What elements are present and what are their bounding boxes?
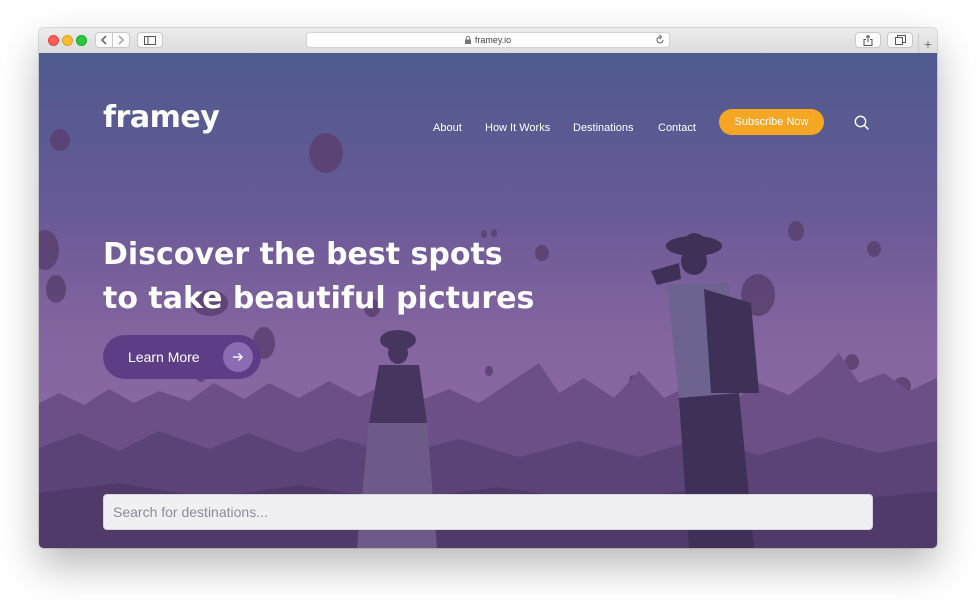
back-button[interactable] [95,32,113,48]
lock-icon [464,36,471,44]
search-icon[interactable] [854,115,870,131]
close-window-button[interactable] [48,35,59,46]
learn-more-button[interactable]: Learn More [103,335,261,379]
address-text: framey.io [474,35,512,45]
browser-titlebar: framey.io + [39,28,937,54]
forward-button[interactable] [112,32,130,48]
sidebar-toggle-button[interactable] [137,32,163,48]
share-button[interactable] [855,32,881,48]
sidebar-icon [144,35,156,45]
subscribe-label: Subscribe Now [734,116,809,128]
zoom-window-button[interactable] [76,35,87,46]
new-tab-button[interactable]: + [918,34,937,53]
hero-section: framey About How It Works Destinations C… [39,53,937,548]
headline-line-2: to take beautiful pictures [103,281,535,316]
hero-headline: Discover the best spots to take beautifu… [103,233,535,321]
arrow-right-icon [223,342,253,372]
tab-overview-button[interactable] [887,32,913,48]
share-icon [863,34,873,46]
headline-line-1: Discover the best spots [103,237,503,272]
chevron-right-icon [118,35,124,45]
learn-more-label: Learn More [128,349,200,365]
address-bar[interactable]: framey.io [306,32,670,48]
reload-icon[interactable] [655,34,665,46]
framey-logo[interactable]: framey [103,100,220,135]
nav-destinations[interactable]: Destinations [573,122,634,134]
chevron-left-icon [101,35,107,45]
nav-contact[interactable]: Contact [658,122,696,134]
destination-search-input[interactable] [103,494,873,530]
tabs-icon [894,35,906,45]
subscribe-now-button[interactable]: Subscribe Now [719,109,824,135]
nav-about[interactable]: About [433,122,462,134]
browser-window: framey.io + framey About How It Works De… [39,28,937,548]
nav-how-it-works[interactable]: How It Works [485,122,550,134]
minimize-window-button[interactable] [62,35,73,46]
